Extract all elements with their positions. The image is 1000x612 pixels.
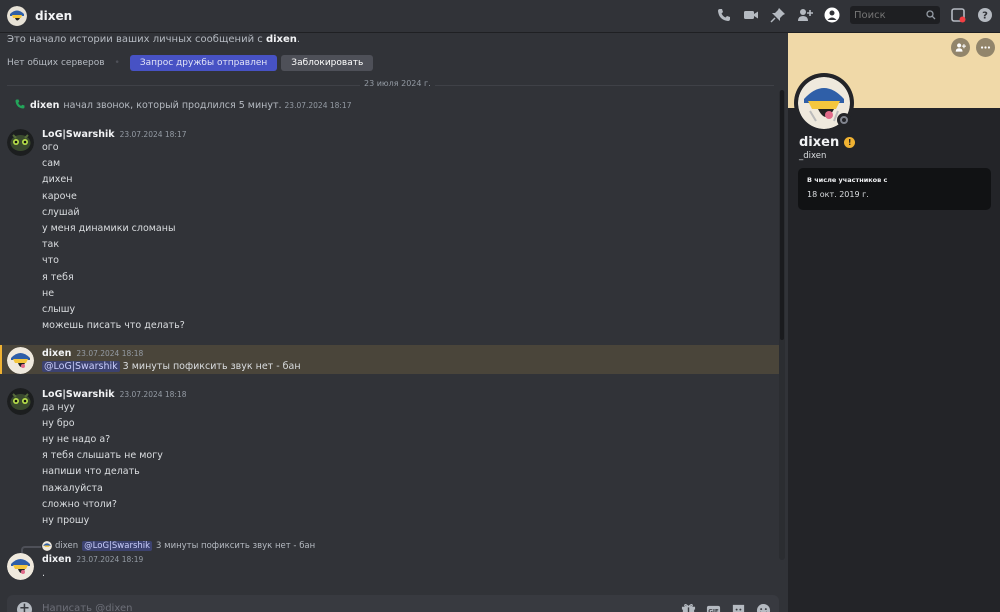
search-input[interactable] bbox=[854, 9, 922, 21]
message-header: dixen 23.07.2024 18:19 bbox=[42, 554, 143, 565]
emoji-icon[interactable] bbox=[755, 602, 771, 612]
video-icon[interactable] bbox=[742, 6, 760, 24]
member-since-label: В числе участников с bbox=[807, 176, 888, 184]
header-toolbar: ? bbox=[715, 6, 994, 24]
add-friend-icon[interactable] bbox=[951, 38, 970, 57]
message-line: да нуу bbox=[42, 402, 75, 413]
profile-handle: _dixen bbox=[799, 151, 827, 161]
header-title: dixen bbox=[35, 9, 73, 23]
message-timestamp: 23.07.2024 18:17 bbox=[119, 130, 187, 139]
message-line: слышу bbox=[42, 304, 76, 315]
composer-placeholder[interactable]: Написать @dixen bbox=[42, 603, 132, 612]
message-line: ну прошу bbox=[42, 515, 90, 526]
message-composer[interactable]: + Написать @dixen GIF bbox=[7, 595, 779, 612]
message-line: напиши что делать bbox=[42, 466, 140, 477]
message-header: LoG|Swarshik 23.07.2024 18:17 bbox=[42, 129, 187, 140]
message-author[interactable]: dixen bbox=[42, 554, 71, 565]
call-system-message: dixen начал звонок, который продлился 5 … bbox=[14, 99, 352, 111]
avatar[interactable] bbox=[7, 553, 34, 580]
gift-icon[interactable] bbox=[680, 602, 696, 612]
composer-actions: GIF bbox=[680, 602, 771, 612]
intro-end: . bbox=[296, 34, 301, 45]
message-author[interactable]: LoG|Swarshik bbox=[42, 129, 115, 140]
call-text: начал звонок, который продлился 5 минут. bbox=[63, 100, 282, 111]
plus-icon[interactable]: + bbox=[17, 602, 32, 612]
profile-toggle-icon[interactable] bbox=[823, 6, 841, 24]
intro-text: Это начало истории ваших личных сообщени… bbox=[7, 34, 263, 45]
pin-icon[interactable] bbox=[769, 6, 787, 24]
avatar[interactable] bbox=[7, 129, 34, 156]
friend-request-sent-button[interactable]: Запрос дружбы отправлен bbox=[129, 55, 278, 71]
message-timestamp: 23.07.2024 18:19 bbox=[76, 555, 144, 564]
message-content: @LoG|Swarshik 3 минуты пофиксить звук не… bbox=[42, 361, 301, 372]
member-since-card: В числе участников с 18 окт. 2019 г. bbox=[798, 168, 991, 210]
header-avatar[interactable] bbox=[7, 6, 27, 26]
svg-text:GIF: GIF bbox=[708, 608, 719, 612]
gif-icon[interactable]: GIF bbox=[705, 602, 721, 612]
call-author[interactable]: dixen bbox=[30, 100, 59, 111]
message-line: я тебя слышать не могу bbox=[42, 450, 163, 461]
message-line: сложно чтоли? bbox=[42, 499, 117, 510]
message-line: ну не надо а? bbox=[42, 434, 111, 445]
date-divider: 23 июля 2024 г. bbox=[7, 79, 774, 88]
message-text: 3 минуты пофиксить звук нет - бан bbox=[122, 361, 301, 372]
message-line: у меня динамики сломаны bbox=[42, 223, 176, 234]
channel-header: dixen ? bbox=[0, 0, 1000, 33]
message-author[interactable]: LoG|Swarshik bbox=[42, 389, 115, 400]
dm-intro-text: Это начало истории ваших личных сообщени… bbox=[7, 34, 300, 45]
reply-preview[interactable]: dixen @LoG|Swarshik 3 минуты пофиксить з… bbox=[21, 541, 316, 554]
user-profile-panel: dixen ! _dixen В числе участников с 18 о… bbox=[788, 33, 1000, 612]
chat-area: Это начало истории ваших личных сообщени… bbox=[0, 33, 788, 612]
search-icon bbox=[926, 10, 936, 20]
phone-icon[interactable] bbox=[715, 6, 733, 24]
inbox-icon[interactable] bbox=[949, 6, 967, 24]
member-since-date: 18 окт. 2019 г. bbox=[807, 190, 869, 199]
message-line: я тебя bbox=[42, 272, 74, 283]
phone-icon bbox=[15, 99, 25, 109]
more-icon[interactable] bbox=[976, 38, 995, 57]
sticker-icon[interactable] bbox=[730, 602, 746, 612]
search-box[interactable] bbox=[850, 6, 940, 24]
message-header: LoG|Swarshik 23.07.2024 18:18 bbox=[42, 389, 187, 400]
avatar[interactable] bbox=[7, 388, 34, 415]
intro-actions: Нет общих серверов • Запрос дружбы отпра… bbox=[7, 55, 374, 71]
reply-avatar bbox=[42, 541, 52, 551]
message-timestamp: 23.07.2024 18:18 bbox=[76, 349, 144, 358]
message-author[interactable]: dixen bbox=[42, 348, 71, 359]
message-line: ну бро bbox=[42, 418, 75, 429]
date-divider-label: 23 июля 2024 г. bbox=[360, 79, 435, 88]
help-icon[interactable]: ? bbox=[976, 6, 994, 24]
message-line: . bbox=[42, 568, 46, 579]
call-timestamp: 23.07.2024 18:17 bbox=[284, 101, 352, 110]
intro-name: dixen bbox=[265, 34, 297, 45]
svg-text:?: ? bbox=[982, 11, 988, 22]
discord-dm-window: dixen ? bbox=[0, 0, 1000, 612]
reply-text: 3 минуты пофиксить звук нет - бан bbox=[156, 541, 316, 551]
badge-icon[interactable]: ! bbox=[844, 137, 856, 148]
message-line: ого bbox=[42, 142, 59, 153]
message-line: слушай bbox=[42, 207, 80, 218]
user-mention[interactable]: @LoG|Swarshik bbox=[82, 541, 153, 551]
user-mention[interactable]: @LoG|Swarshik bbox=[42, 361, 120, 372]
message-header: dixen 23.07.2024 18:18 bbox=[42, 348, 143, 359]
message-line: пажалуйста bbox=[42, 483, 103, 494]
block-button[interactable]: Заблокировать bbox=[281, 55, 374, 71]
message-line: сам bbox=[42, 158, 61, 169]
separator-dot: • bbox=[114, 58, 120, 68]
no-mutual-servers: Нет общих серверов bbox=[7, 58, 105, 68]
message-line: так bbox=[42, 239, 60, 250]
message-line: можешь писать что делать? bbox=[42, 320, 185, 331]
profile-name-row: dixen ! bbox=[799, 135, 856, 150]
profile-name: dixen bbox=[799, 135, 840, 150]
scrollbar-thumb[interactable] bbox=[780, 90, 784, 340]
status-indicator bbox=[837, 113, 851, 127]
message-line: кароче bbox=[42, 191, 77, 202]
add-friend-icon[interactable] bbox=[796, 6, 814, 24]
message-line: что bbox=[42, 255, 59, 266]
message-timestamp: 23.07.2024 18:18 bbox=[119, 390, 187, 399]
reply-author[interactable]: dixen bbox=[55, 541, 78, 551]
message-line: не bbox=[42, 288, 55, 299]
message-line: дихен bbox=[42, 174, 73, 185]
avatar[interactable] bbox=[7, 347, 34, 374]
